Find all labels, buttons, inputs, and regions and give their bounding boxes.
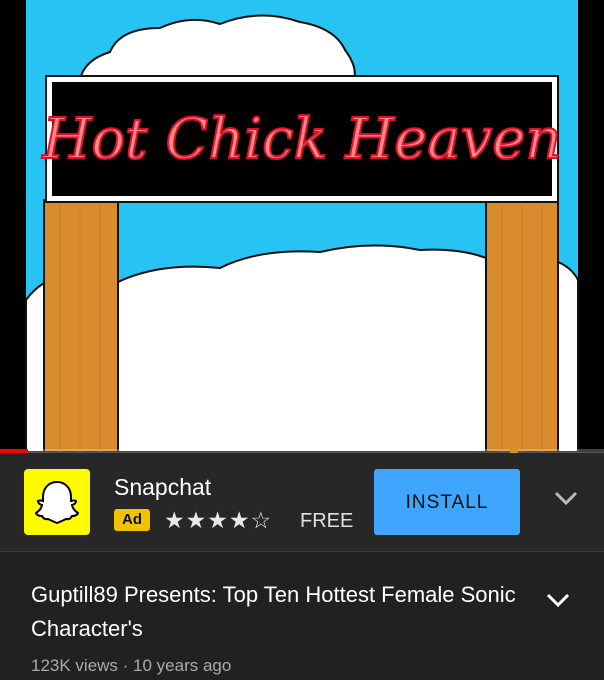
rating-stars: ★★★★☆ xyxy=(164,507,273,533)
install-button[interactable]: INSTALL xyxy=(374,469,520,535)
sign-text: Hot Chick Heaven xyxy=(42,107,562,172)
chevron-down-icon[interactable] xyxy=(544,590,572,615)
ad-price: FREE xyxy=(300,510,354,532)
sign-post-left xyxy=(43,199,119,452)
snapchat-ghost-icon[interactable] xyxy=(24,469,90,535)
ad-badge: Ad xyxy=(114,509,150,531)
ad-banner[interactable]: Snapchat Ad ★★★★☆ FREE INSTALL xyxy=(0,453,604,552)
ad-app-name: Snapchat xyxy=(114,474,212,500)
cloud-bottom xyxy=(117,244,487,452)
video-title[interactable]: Guptill89 Presents: Top Ten Hottest Fema… xyxy=(31,578,521,646)
video-player[interactable]: Hot Chick Heaven xyxy=(0,0,604,452)
video-frame: Hot Chick Heaven xyxy=(0,0,604,452)
chevron-down-icon[interactable] xyxy=(552,488,580,513)
video-meta: 123K views · 10 years ago xyxy=(31,656,232,675)
